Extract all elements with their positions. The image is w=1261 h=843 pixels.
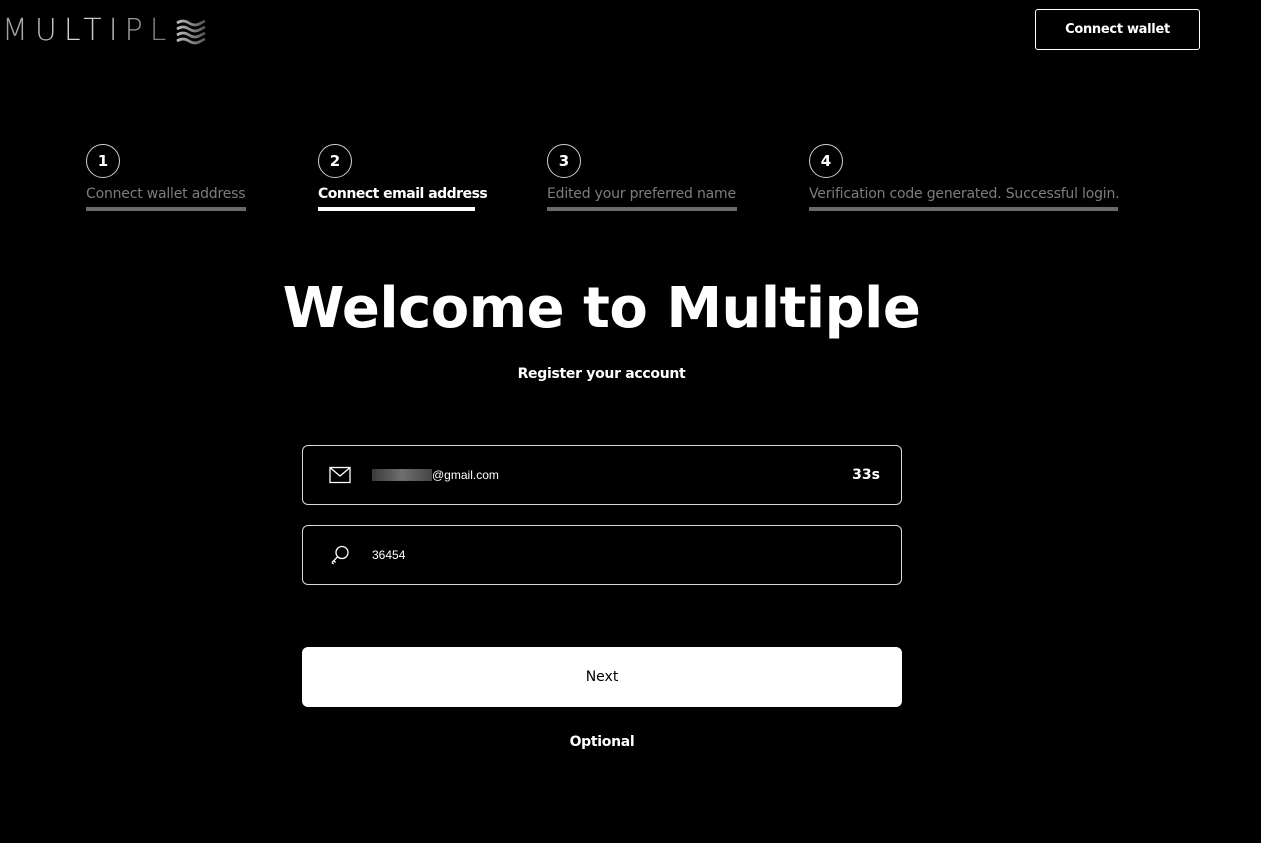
step-progress-bar [318, 207, 475, 211]
next-button[interactable]: Next [302, 647, 902, 707]
page: MULTIPL Connect wallet 1 Connect wallet … [0, 0, 1261, 843]
step-3: 3 Edited your preferred name [547, 144, 737, 211]
email-suffix: @gmail.com [432, 468, 499, 482]
step-label: Verification code generated. Successful … [809, 186, 1120, 202]
step-number: 4 [809, 144, 843, 178]
optional-link[interactable]: Optional [302, 734, 902, 750]
step-label: Connect email address [318, 186, 488, 202]
step-progress-bar [809, 207, 1118, 211]
step-label: Connect wallet address [86, 186, 246, 202]
step-number: 3 [547, 144, 581, 178]
step-4: 4 Verification code generated. Successfu… [809, 144, 1120, 211]
resend-countdown: 33s [852, 467, 880, 483]
step-label: Edited your preferred name [547, 186, 736, 202]
key-icon [328, 543, 352, 567]
logo-text: MULTIPL [2, 13, 174, 48]
logo[interactable]: MULTIPL [2, 14, 207, 48]
mail-icon [328, 463, 352, 487]
step-progress-bar [547, 207, 737, 211]
verification-code-field [302, 525, 902, 585]
page-subtitle: Register your account [517, 366, 686, 382]
step-progress-bar [86, 207, 246, 211]
step-2: 2 Connect email address [318, 144, 488, 211]
verification-code-input[interactable] [372, 548, 852, 562]
email-field: @gmail.com 33s [302, 445, 902, 505]
page-title: Welcome to Multiple [282, 276, 921, 341]
email-redaction [372, 469, 432, 481]
email-value: @gmail.com [372, 468, 499, 482]
step-number: 2 [318, 144, 352, 178]
logo-waves-icon [176, 19, 206, 45]
step-1: 1 Connect wallet address [86, 144, 246, 211]
step-number: 1 [86, 144, 120, 178]
connect-wallet-button[interactable]: Connect wallet [1035, 9, 1200, 50]
